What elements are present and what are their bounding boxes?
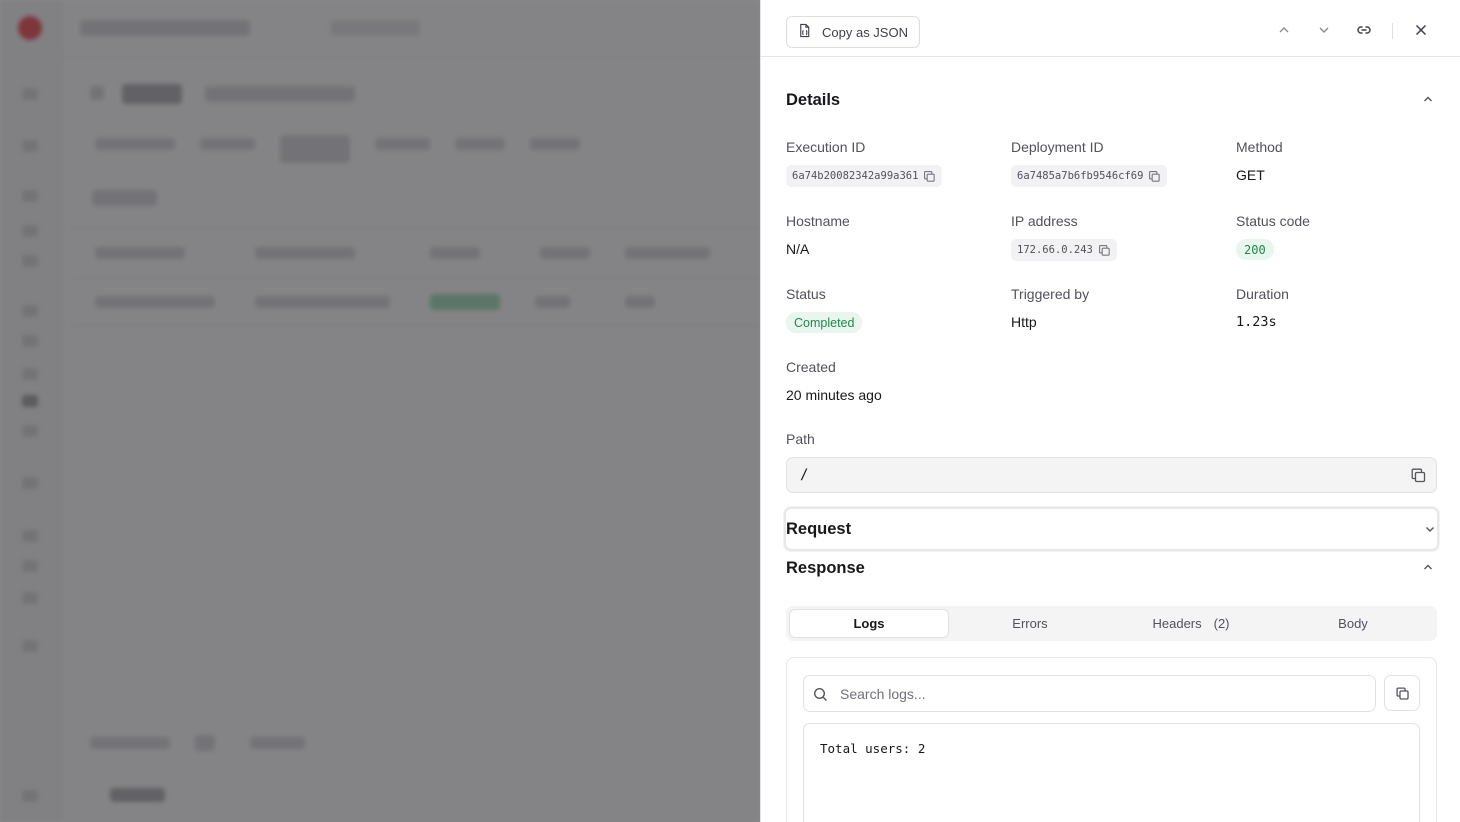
search-logs-field [803,675,1376,712]
deployment-id-text: 6a7485a7b6fb9546cf69 [1017,170,1144,182]
tab-headers-label: Headers [1152,616,1202,631]
duration-label: Duration [1236,286,1289,302]
tab-body-label: Body [1338,616,1368,631]
status-badge: Completed [786,312,863,333]
drawer-header: Copy as JSON [761,0,1460,57]
triggered-by-label: Triggered by [1011,286,1090,302]
tab-headers[interactable]: Headers (2) [1111,609,1271,638]
link-icon[interactable] [1356,22,1372,38]
modal-overlay[interactable] [0,0,760,822]
details-section-title[interactable]: Details [786,91,840,110]
tab-headers-count: (2) [1213,616,1230,631]
chevron-down-icon[interactable] [1316,22,1332,38]
path-value: / [800,467,809,483]
copy-logs-button[interactable] [1384,675,1420,711]
method-value: GET [1236,167,1265,183]
hostname-value: N/A [786,241,810,257]
status-label: Status [786,286,826,302]
path-field: / [786,457,1437,493]
search-logs-input[interactable] [840,676,1370,711]
copy-as-json-label: Copy as JSON [822,24,908,40]
request-section-title: Request [786,520,852,538]
response-section-title[interactable]: Response [786,559,865,578]
status-code-badge: 200 [1236,239,1274,260]
copy-icon[interactable] [1098,244,1111,257]
ip-address-value[interactable]: 172.66.0.243 [1011,239,1117,261]
hostname-label: Hostname [786,213,850,229]
tab-body[interactable]: Body [1273,609,1433,638]
chevron-down-icon [1423,522,1437,536]
path-label: Path [786,431,815,447]
deployment-id-label: Deployment ID [1011,139,1104,155]
search-icon [813,687,827,701]
tab-logs[interactable]: Logs [789,609,949,638]
ip-address-text: 172.66.0.243 [1017,244,1093,256]
execution-details-drawer: Copy as JSON Details Execution ID 6a74b2… [760,0,1460,822]
method-label: Method [1236,139,1283,155]
ip-address-label: IP address [1011,213,1078,229]
chevron-up-icon[interactable] [1276,22,1292,38]
duration-value: 1.23s [1236,314,1277,330]
execution-id-label: Execution ID [786,139,866,155]
status-code-label: Status code [1236,213,1310,229]
log-line: Total users: 2 [820,741,926,756]
log-output: Total users: 2 [803,723,1420,822]
created-value: 20 minutes ago [786,387,882,403]
copy-icon[interactable] [923,170,936,183]
response-tabs: Logs Errors Headers (2) Body [786,606,1437,641]
execution-id-text: 6a74b20082342a99a361 [792,170,919,182]
close-icon[interactable] [1413,22,1429,38]
logs-panel: Total users: 2 [786,657,1437,822]
copy-icon[interactable] [1410,467,1427,484]
triggered-by-value: Http [1011,314,1037,330]
tab-logs-label: Logs [853,616,885,631]
tab-errors-label: Errors [1012,616,1048,631]
file-json-icon [797,23,812,41]
tab-errors[interactable]: Errors [950,609,1110,638]
execution-id-value[interactable]: 6a74b20082342a99a361 [786,165,943,187]
header-divider [1392,23,1393,39]
copy-icon[interactable] [1148,170,1161,183]
created-label: Created [786,359,836,375]
copy-as-json-button[interactable]: Copy as JSON [786,16,920,48]
deployment-id-value[interactable]: 6a7485a7b6fb9546cf69 [1011,165,1168,187]
request-section-toggle[interactable]: Request [784,507,1439,551]
chevron-up-icon[interactable] [1421,92,1435,106]
chevron-up-icon[interactable] [1421,560,1435,574]
copy-icon [1395,686,1409,700]
